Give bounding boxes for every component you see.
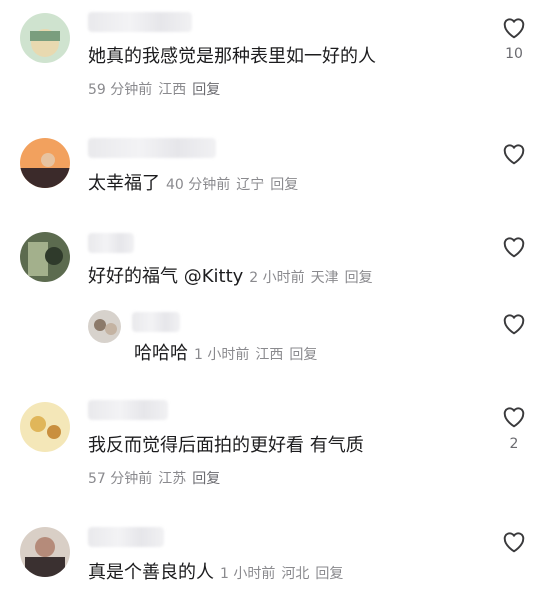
comment-time: 1 小时前 — [220, 566, 276, 582]
comment-location: 江西 — [255, 347, 284, 363]
comment-text: 真是个善良的人 1 小时前 河北 回复 — [88, 561, 343, 586]
comment-location: 河北 — [281, 566, 310, 582]
username-blurred[interactable] — [132, 312, 180, 332]
comment-body: 太幸福了 — [88, 173, 160, 194]
reply-button[interactable]: 回复 — [315, 566, 343, 582]
avatar[interactable] — [20, 138, 70, 188]
heart-outline-icon — [503, 237, 525, 258]
comment-body: 好好的福气 @Kitty — [88, 266, 244, 287]
like-button[interactable] — [501, 234, 527, 258]
comment-body: 真是个善良的人 — [88, 562, 214, 583]
avatar[interactable] — [20, 13, 70, 63]
username-blurred[interactable] — [88, 527, 164, 547]
username-blurred[interactable] — [88, 233, 134, 253]
reply-button[interactable]: 回复 — [289, 347, 317, 363]
comment-location: 江西 — [158, 82, 187, 98]
heart-outline-icon — [503, 314, 525, 335]
comment-location: 天津 — [310, 270, 339, 286]
heart-outline-icon — [503, 18, 525, 39]
heart-outline-icon — [503, 144, 525, 165]
avatar[interactable] — [20, 402, 70, 452]
username-blurred[interactable] — [88, 138, 216, 158]
comment-text: 她真的我感觉是那种表里如一好的人 — [88, 46, 376, 67]
like-button[interactable] — [501, 404, 527, 428]
username-blurred[interactable] — [88, 12, 192, 32]
comment-text: 我反而觉得后面拍的更好看 有气质 — [88, 435, 364, 456]
comment-location: 江苏 — [158, 471, 187, 487]
comment-time: 1 小时前 — [194, 347, 250, 363]
comment-text: 哈哈哈 1 小时前 江西 回复 — [134, 342, 317, 367]
heart-outline-icon — [503, 532, 525, 553]
heart-outline-icon — [503, 407, 525, 428]
avatar[interactable] — [88, 310, 121, 343]
comment-time: 57 分钟前 — [88, 471, 153, 487]
like-count: 10 — [505, 46, 523, 62]
comment-text: 好好的福气 @Kitty 2 小时前 天津 回复 — [88, 265, 373, 290]
reply-button[interactable]: 回复 — [345, 270, 373, 286]
avatar[interactable] — [20, 232, 70, 282]
reply-button[interactable]: 回复 — [192, 471, 220, 487]
comment-text: 太幸福了 40 分钟前 辽宁 回复 — [88, 172, 298, 197]
like-button[interactable] — [501, 529, 527, 553]
reply-button[interactable]: 回复 — [192, 82, 220, 98]
comment-location: 辽宁 — [236, 177, 265, 193]
comment-time: 40 分钟前 — [166, 177, 231, 193]
like-count: 2 — [509, 436, 519, 452]
comment-meta: 59 分钟前 江西 回复 — [88, 80, 226, 100]
username-blurred[interactable] — [88, 400, 168, 420]
like-button[interactable] — [501, 15, 527, 39]
like-button[interactable] — [501, 311, 527, 335]
avatar[interactable] — [20, 527, 70, 577]
comment-body: 哈哈哈 — [134, 343, 188, 364]
comment-meta: 57 分钟前 江苏 回复 — [88, 469, 226, 489]
comment-time: 2 小时前 — [249, 270, 305, 286]
like-button[interactable] — [501, 141, 527, 165]
comment-time: 59 分钟前 — [88, 82, 153, 98]
reply-button[interactable]: 回复 — [270, 177, 298, 193]
